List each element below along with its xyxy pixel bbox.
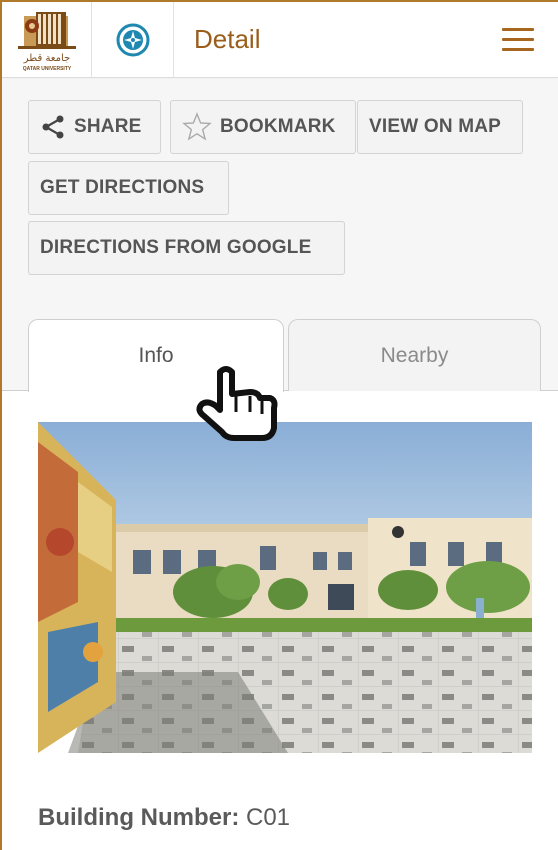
svg-text:QATAR UNIVERSITY: QATAR UNIVERSITY	[23, 66, 72, 72]
share-icon	[42, 115, 64, 139]
directions-from-google-label: DIRECTIONS FROM GOOGLE	[40, 237, 312, 258]
tab-info-label: Info	[138, 344, 174, 367]
bookmark-label: BOOKMARK	[220, 116, 336, 137]
hand-pointer-icon	[190, 364, 282, 444]
qatar-university-logo-icon: جامعة قطر QATAR UNIVERSITY	[18, 12, 76, 72]
building-number: Building Number: C01	[38, 804, 290, 832]
hamburger-menu-icon[interactable]	[500, 26, 540, 56]
tab-nearby-label: Nearby	[380, 343, 449, 367]
building-number-label: Building Number:	[38, 804, 240, 831]
page-title: Detail	[194, 24, 261, 54]
pointing-hand-icon	[196, 366, 278, 441]
star-outline-icon	[182, 112, 212, 141]
qatar-university-logo[interactable]: جامعة قطر QATAR UNIVERSITY	[2, 2, 92, 78]
building-photo	[38, 422, 532, 753]
svg-text:جامعة قطر: جامعة قطر	[23, 53, 70, 64]
directions-from-google-button[interactable]: DIRECTIONS FROM GOOGLE	[28, 221, 345, 275]
get-directions-label: GET DIRECTIONS	[40, 177, 205, 198]
compass-button[interactable]	[92, 2, 174, 78]
view-on-map-label: VIEW ON MAP	[369, 116, 502, 137]
building-photo-image	[38, 422, 532, 753]
building-number-value: C01	[246, 804, 291, 831]
get-directions-button[interactable]: GET DIRECTIONS	[28, 161, 229, 215]
compass-icon	[116, 23, 149, 57]
share-button[interactable]: SHARE	[28, 100, 161, 154]
tab-nearby[interactable]: Nearby	[288, 319, 541, 391]
view-on-map-button[interactable]: VIEW ON MAP	[357, 100, 523, 154]
bookmark-button[interactable]: BOOKMARK	[170, 100, 356, 154]
share-label: SHARE	[74, 116, 142, 137]
app-header: جامعة قطر QATAR UNIVERSITY Detail	[2, 2, 558, 78]
